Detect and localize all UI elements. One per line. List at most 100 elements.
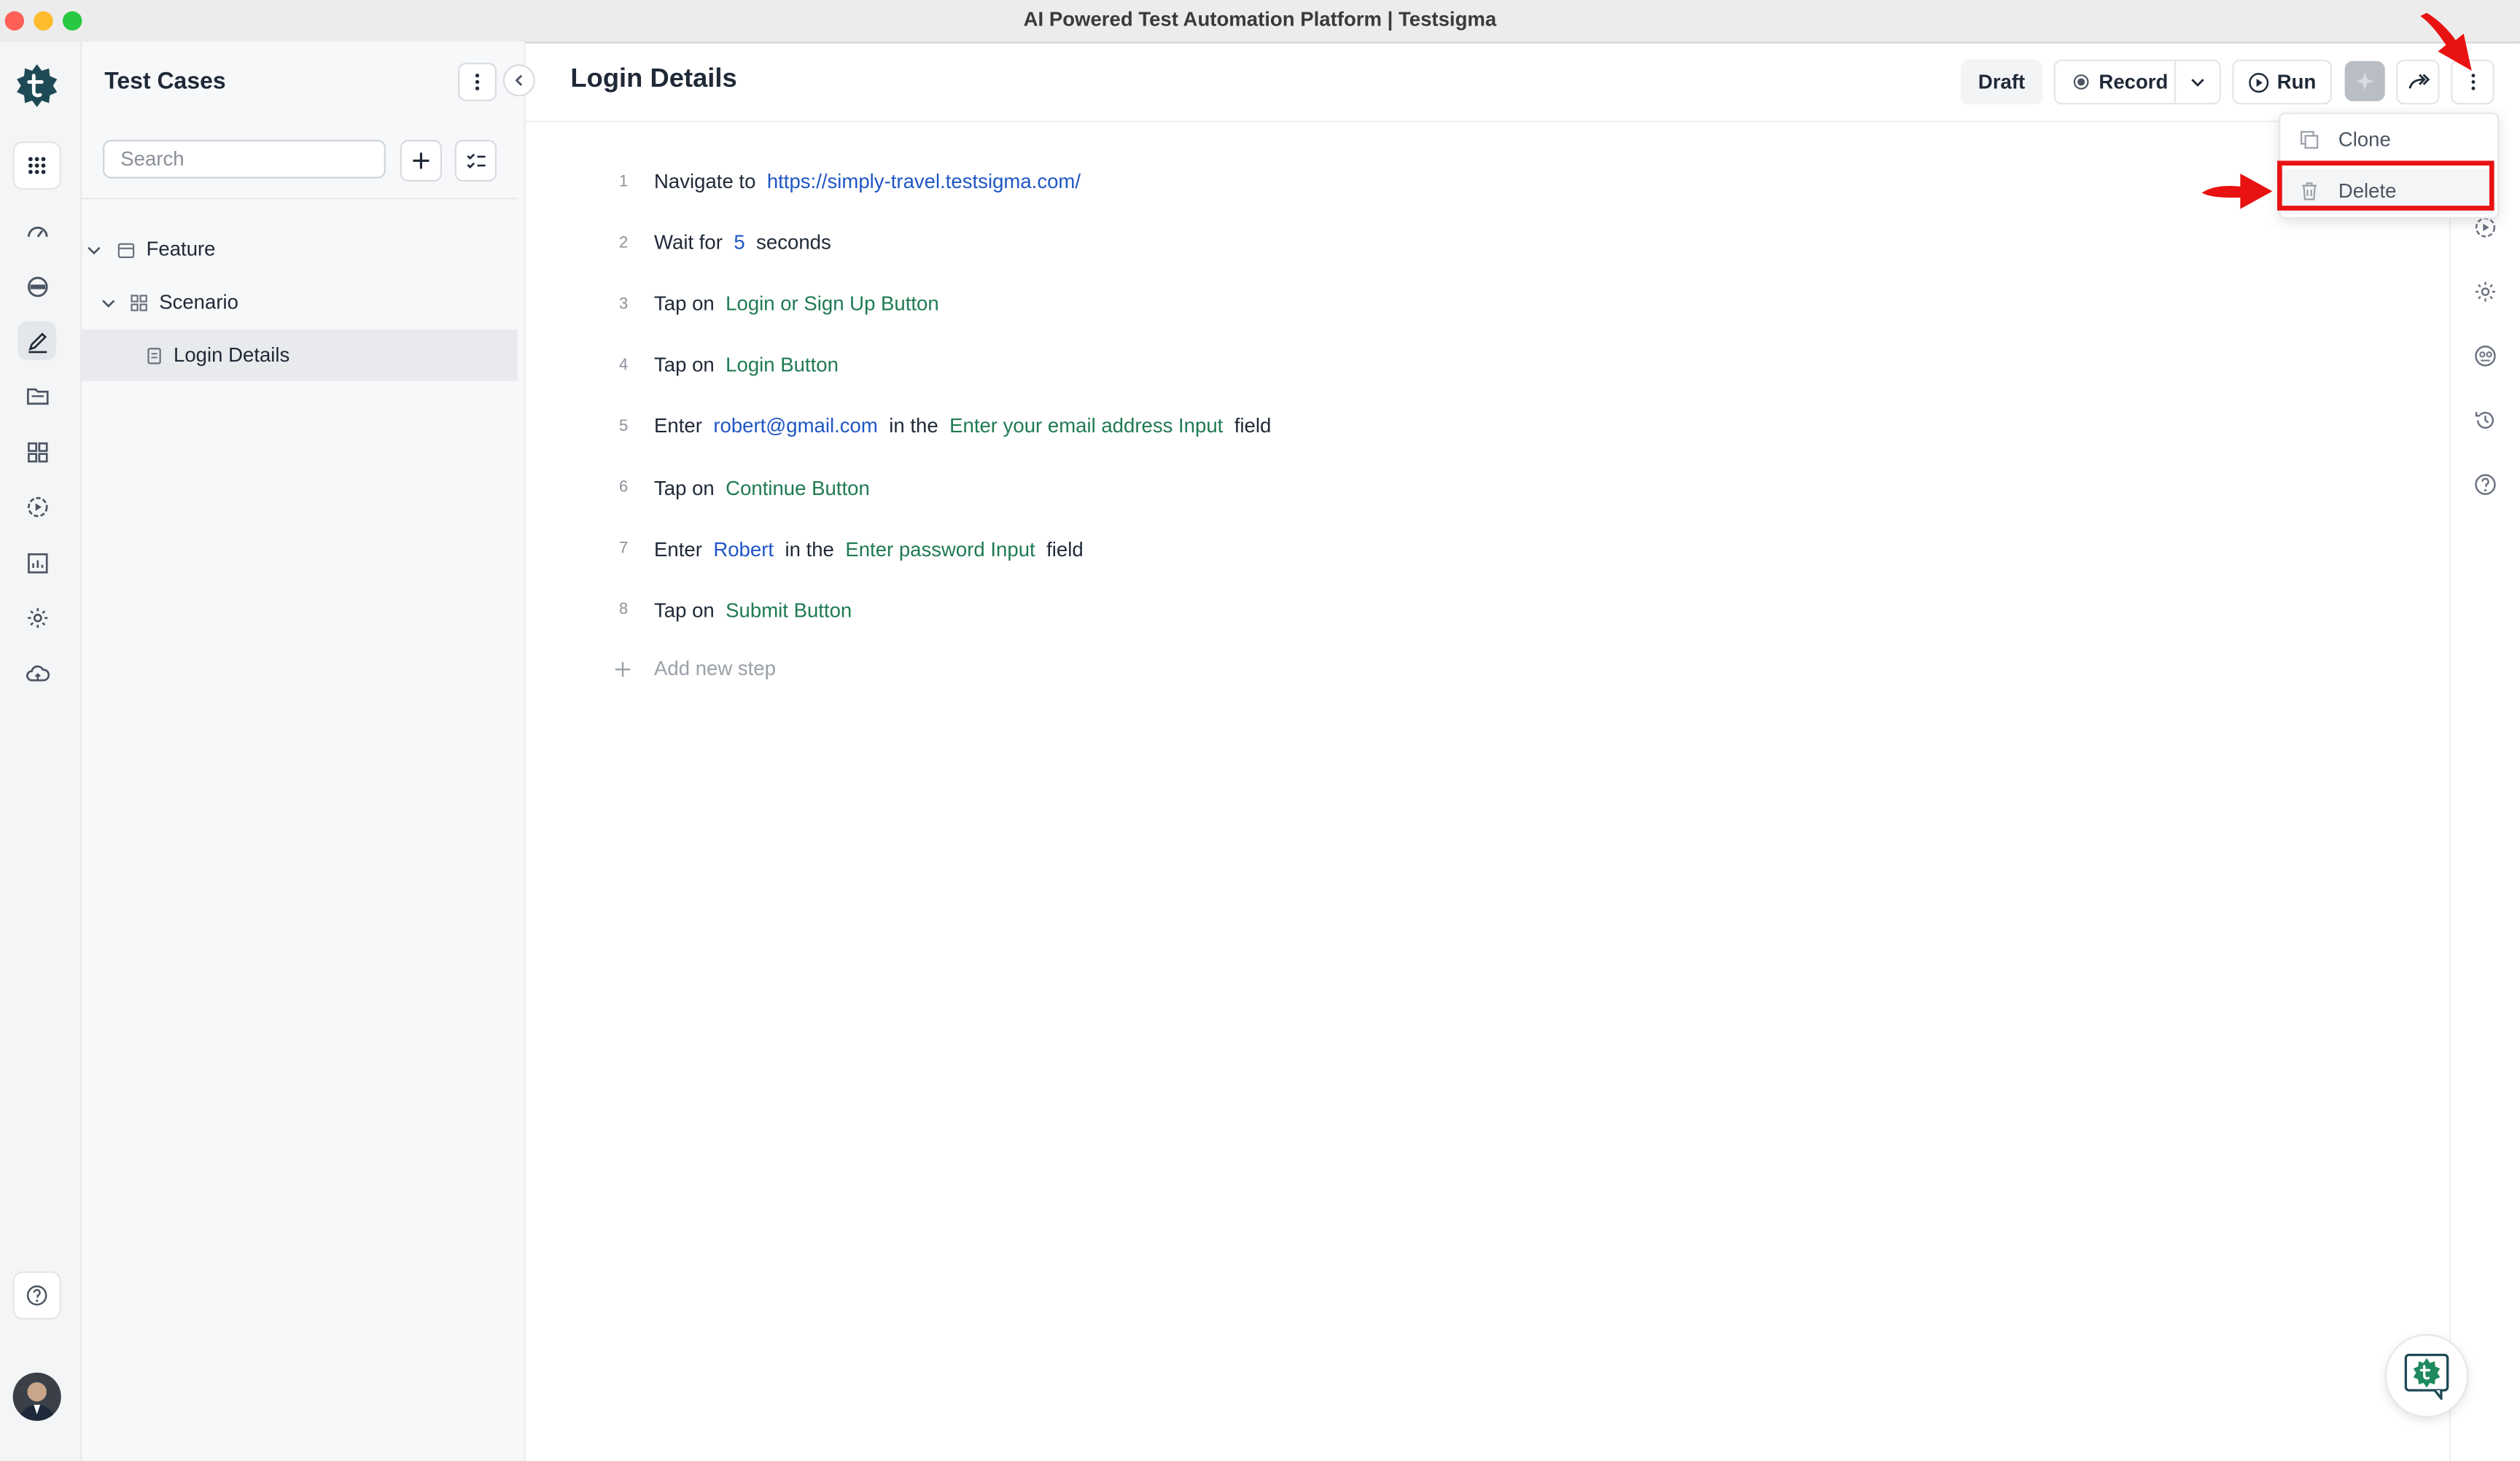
tree-item-label: Login Details [174, 343, 290, 367]
history-icon[interactable] [2468, 403, 2500, 435]
feature-icon [117, 242, 135, 257]
step-action-text: field [1234, 415, 1272, 438]
add-test-case-button[interactable] [400, 139, 443, 182]
test-step-row[interactable]: 3 Tap on Login or Sign Up Button [611, 288, 951, 320]
step-element-link[interactable]: Login or Sign Up Button [726, 293, 939, 316]
bulk-select-button[interactable] [454, 139, 497, 182]
test-step-row[interactable]: 6 Tap on Continue Button [611, 472, 882, 504]
settings-icon[interactable] [2468, 275, 2500, 307]
step-number: 8 [619, 601, 629, 620]
step-element-link[interactable]: Enter your email address Input [949, 416, 1223, 438]
annotation-arrow-right [2201, 174, 2273, 209]
ai-assist-button[interactable] [2344, 61, 2385, 101]
step-number: 7 [619, 539, 629, 558]
reports-icon[interactable] [18, 543, 56, 582]
add-new-step-button[interactable]: Add new step [611, 652, 776, 685]
step-action-text: Wait for [654, 231, 723, 254]
folder-icon[interactable] [18, 376, 56, 415]
step-action-text: Tap on [654, 292, 715, 316]
left-nav-rail [0, 42, 82, 1461]
play-icon [2248, 71, 2268, 92]
step-element-link[interactable]: Continue Button [726, 477, 870, 499]
sparkle-icon [2355, 72, 2374, 90]
step-number: 5 [619, 417, 629, 436]
draft-status-badge[interactable]: Draft [1960, 59, 2043, 105]
clone-label: Clone [2338, 128, 2391, 152]
step-test-data[interactable]: 5 [734, 232, 744, 254]
help-icon[interactable] [12, 1271, 61, 1320]
step-number: 1 [619, 172, 629, 191]
tree-item-label: Feature [146, 238, 216, 261]
tree-item-login-details[interactable]: Login Details [82, 329, 518, 381]
test-cases-panel: Test Cases Feature Scenario Login Detail… [82, 42, 535, 1461]
step-action-text: field [1046, 537, 1084, 561]
test-case-icon [147, 347, 161, 364]
page-title: Login Details [570, 64, 737, 93]
test-data-icon[interactable] [2468, 339, 2500, 371]
step-action-text: Enter [654, 415, 702, 438]
chat-widget-button[interactable] [2384, 1333, 2469, 1418]
step-test-data[interactable]: Robert [713, 538, 774, 561]
run-button[interactable]: Run [2232, 59, 2333, 105]
settings-icon[interactable] [18, 598, 56, 636]
step-element-link[interactable]: Login Button [726, 354, 839, 377]
apps-grid-icon[interactable] [12, 141, 61, 190]
record-button[interactable]: Record [2053, 59, 2221, 105]
run-label: Run [2276, 71, 2317, 93]
step-number: 6 [619, 478, 629, 497]
test-step-row[interactable]: 5 Enter robert@gmail.com in the Enter your e… [611, 410, 1283, 443]
test-step-row[interactable]: 4 Tap on Login Button [611, 349, 850, 381]
annotation-arrow-down [2420, 12, 2472, 71]
chevron-down-icon[interactable] [2190, 77, 2205, 88]
test-step-row[interactable]: 7 Enter Robert in the Enter password Input fi… [611, 533, 1095, 565]
avatar[interactable] [12, 1372, 61, 1421]
title-bar: AI Powered Test Automation Platform | Te… [0, 0, 2520, 44]
step-number: 3 [619, 295, 629, 313]
step-element-link[interactable]: Enter password Input [845, 538, 1035, 561]
tree-item-scenario[interactable]: Scenario [82, 276, 517, 328]
chat-bot-icon [2404, 1353, 2449, 1400]
logo-icon[interactable] [13, 61, 61, 109]
help-icon[interactable] [2468, 468, 2500, 500]
step-number: 4 [619, 356, 629, 375]
step-action-text: in the [785, 537, 834, 561]
search-input[interactable] [103, 139, 386, 179]
step-action-text: seconds [756, 231, 831, 254]
step-action-text: Navigate to [654, 170, 756, 193]
record-icon [2073, 74, 2089, 90]
right-rail-divider [2449, 120, 2451, 1461]
cloud-upload-icon[interactable] [18, 654, 56, 693]
step-action-text: Enter [654, 537, 702, 561]
run-results-icon[interactable] [18, 487, 56, 526]
panel-title: Test Cases [104, 69, 226, 96]
collapse-panel-button[interactable] [502, 64, 535, 97]
test-step-row[interactable]: 8 Tap on Submit Button [611, 594, 863, 626]
step-element-link[interactable]: Submit Button [726, 599, 852, 622]
step-test-data[interactable]: https://simply-travel.testsigma.com/ [767, 171, 1081, 193]
test-step-row[interactable]: 2 Wait for 5 seconds [611, 227, 843, 259]
modules-icon[interactable] [18, 432, 56, 471]
record-label: Record [2099, 71, 2169, 93]
step-test-data[interactable]: robert@gmail.com [713, 416, 877, 438]
header-divider [524, 120, 2449, 122]
copy-icon [2301, 130, 2319, 149]
chevron-down-icon [102, 299, 115, 307]
tree-item-label: Scenario [159, 291, 238, 313]
step-action-text: in the [889, 415, 938, 438]
clone-menu-item[interactable]: Clone [2280, 117, 2494, 163]
window-title: AI Powered Test Automation Platform | Te… [1023, 8, 1497, 31]
split-divider [2174, 61, 2177, 104]
step-action-text: Tap on [654, 599, 715, 622]
dashboard-icon[interactable] [18, 212, 56, 251]
add-step-label: Add new step [654, 657, 776, 680]
test-development-icon[interactable] [18, 321, 57, 360]
tree-item-feature[interactable]: Feature [82, 223, 517, 275]
step-number: 2 [619, 233, 629, 252]
test-step-row[interactable]: 1 Navigate to https://simply-travel.testsi… [611, 165, 1092, 198]
plus-icon [615, 661, 631, 677]
review-icon[interactable] [18, 267, 56, 305]
panel-divider [82, 198, 518, 200]
panel-more-button[interactable] [458, 62, 497, 101]
chevron-down-icon [88, 246, 101, 254]
delete-highlight-box [2277, 160, 2494, 211]
